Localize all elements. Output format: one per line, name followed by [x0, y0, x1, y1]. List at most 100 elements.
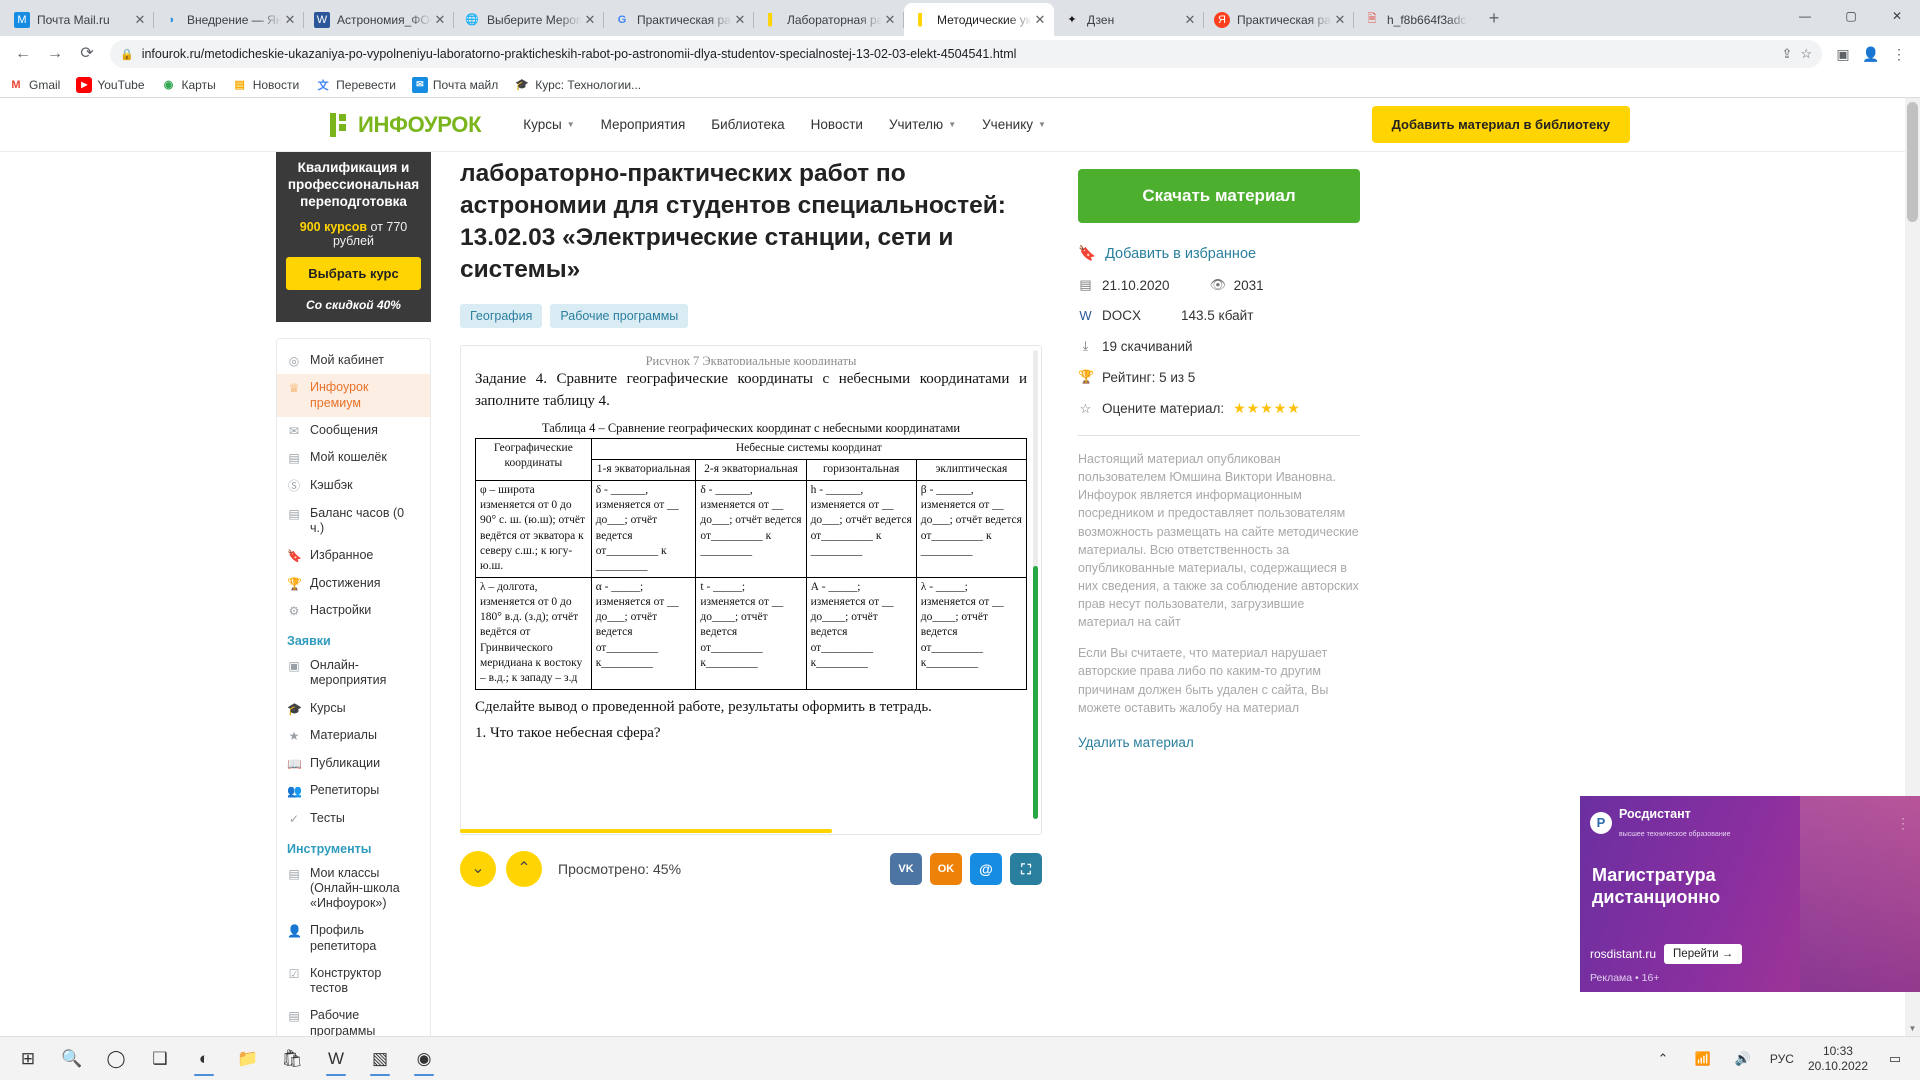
- close-button[interactable]: ✕: [1874, 0, 1920, 32]
- sidebar-item-test-builder[interactable]: ☑ Конструктор тестов: [277, 960, 430, 1003]
- sidebar-item-tests[interactable]: ✓ Тесты: [277, 805, 430, 833]
- browser-tab[interactable]: M Почта Mail.ru ✕: [4, 3, 154, 36]
- sidebar-item-tutors[interactable]: 👥 Репетиторы: [277, 777, 430, 805]
- mail-share-button[interactable]: @: [970, 853, 1002, 886]
- cast-icon[interactable]: ▣: [1830, 41, 1856, 67]
- sidebar-item-messages[interactable]: ✉ Сообщения: [277, 417, 430, 445]
- nav-item-news[interactable]: Новости: [811, 117, 863, 132]
- promo-banner[interactable]: Квалификация и профессиональная переподг…: [276, 152, 431, 322]
- nav-item-student[interactable]: Ученику ▼: [982, 117, 1046, 132]
- ok-share-button[interactable]: OK: [930, 853, 962, 886]
- browser-tab[interactable]: G Практическая раб ✕: [604, 3, 754, 36]
- browser-tab[interactable]: 🌐 Выберите Меропр ✕: [454, 3, 604, 36]
- tab-close-icon[interactable]: ✕: [882, 12, 898, 28]
- browser-tab[interactable]: ◗ Внедрение — Янд ✕: [154, 3, 304, 36]
- tab-close-icon[interactable]: ✕: [132, 12, 148, 28]
- sidebar-item-wallet[interactable]: ▤ Мой кошелёк: [277, 444, 430, 472]
- bookmark-item[interactable]: ▤ Новости: [232, 77, 300, 93]
- bookmark-star-icon[interactable]: ☆: [1800, 46, 1812, 62]
- volume-icon[interactable]: 🔊: [1730, 1046, 1756, 1072]
- language-indicator[interactable]: РУС: [1770, 1052, 1794, 1066]
- delete-material-link[interactable]: Удалить материал: [1078, 735, 1360, 750]
- profile-icon[interactable]: 👤: [1858, 41, 1884, 67]
- document-preview[interactable]: Рисунок 7 Экваториальные координаты Зада…: [460, 345, 1042, 836]
- sidebar-item-tutor-profile[interactable]: 👤 Профиль репетитора: [277, 917, 430, 960]
- sidebar-item-favorites[interactable]: 🔖 Избранное: [277, 542, 430, 570]
- tab-close-icon[interactable]: ✕: [432, 12, 448, 28]
- scroll-up-button[interactable]: ⌃: [506, 851, 542, 888]
- tray-expand-icon[interactable]: ⌃: [1650, 1046, 1676, 1072]
- page-scrollbar-thumb[interactable]: [1907, 102, 1918, 222]
- sidebar-item-hours-balance[interactable]: ▤ Баланс часов (0 ч.): [277, 500, 430, 543]
- bookmark-item[interactable]: 文 Перевести: [315, 77, 396, 93]
- tab-close-icon[interactable]: ✕: [282, 12, 298, 28]
- nav-item-events[interactable]: Мероприятия: [601, 117, 686, 132]
- chrome-button[interactable]: ◉: [402, 1039, 446, 1079]
- app-button[interactable]: ▧: [358, 1039, 402, 1079]
- sidebar-item-premium[interactable]: ♕ Инфоурок премиум: [277, 374, 430, 417]
- forward-button[interactable]: →: [40, 39, 70, 69]
- browser-tab[interactable]: Я Практическая раб ✕: [1204, 3, 1354, 36]
- scroll-down-arrow[interactable]: ▼: [1905, 1021, 1920, 1036]
- browser-tab-active[interactable]: ▌ Методические ука ✕: [904, 3, 1054, 36]
- rating-stars[interactable]: ★★★★★: [1233, 400, 1301, 417]
- address-bar[interactable]: 🔒 infourok.ru/metodicheskie-ukazaniya-po…: [110, 40, 1822, 68]
- network-icon[interactable]: 📶: [1690, 1046, 1716, 1072]
- sidebar-item-publications[interactable]: 📖 Публикации: [277, 750, 430, 778]
- tag-geography[interactable]: География: [460, 304, 543, 329]
- sidebar-item-my-classes[interactable]: ▤ Мои классы (Онлайн-школа «Инфоурок»): [277, 860, 430, 918]
- notifications-icon[interactable]: ▭: [1882, 1046, 1908, 1072]
- bookmark-item[interactable]: M Gmail: [8, 77, 60, 93]
- menu-icon[interactable]: ⋮: [1886, 41, 1912, 67]
- back-button[interactable]: ←: [8, 39, 38, 69]
- browser-tab[interactable]: ▌ Лабораторная раб ✕: [754, 3, 904, 36]
- sidebar-item-cabinet[interactable]: ◎ Мой кабинет: [277, 347, 430, 375]
- promo-choose-course-button[interactable]: Выбрать курс: [286, 256, 421, 290]
- document-scrollbar[interactable]: [1033, 350, 1038, 819]
- reload-button[interactable]: ⟳: [72, 39, 102, 69]
- tab-close-icon[interactable]: ✕: [1332, 12, 1348, 28]
- download-button[interactable]: Скачать материал: [1078, 169, 1360, 223]
- minimize-button[interactable]: —: [1782, 0, 1828, 32]
- document-scrollbar-thumb[interactable]: [1033, 565, 1038, 819]
- maximize-button[interactable]: ▢: [1828, 0, 1874, 32]
- sidebar-item-cashback[interactable]: Ⓢ Кэшбэк: [277, 472, 430, 500]
- add-material-button[interactable]: Добавить материал в библиотеку: [1371, 106, 1630, 143]
- sidebar-item-achievements[interactable]: 🏆 Достижения: [277, 570, 430, 598]
- nav-item-courses[interactable]: Курсы ▼: [523, 117, 574, 132]
- sidebar-item-work-programs[interactable]: ▤ Рабочие программы: [277, 1002, 430, 1036]
- browser-tab[interactable]: 🗎 h_f8b664f3adc5b0: [1354, 3, 1474, 36]
- edge-button[interactable]: ◐: [182, 1039, 226, 1079]
- cortana-button[interactable]: ◯: [94, 1039, 138, 1079]
- search-button[interactable]: 🔍: [50, 1039, 94, 1079]
- tab-close-icon[interactable]: ✕: [732, 12, 748, 28]
- advertisement-overlay[interactable]: ✕ Р Росдистант высшее техническое образо…: [1580, 796, 1920, 992]
- bookmark-item[interactable]: ▶ YouTube: [76, 76, 145, 93]
- bookmark-item[interactable]: ✉ Почта майл: [411, 76, 498, 93]
- task-view-button[interactable]: ❑: [138, 1039, 182, 1079]
- browser-tab[interactable]: ✦ Дзен ✕: [1054, 3, 1204, 36]
- tag-work-programs[interactable]: Рабочие программы: [550, 304, 689, 329]
- tab-close-icon[interactable]: ✕: [1032, 12, 1048, 28]
- nav-item-teacher[interactable]: Учителю ▼: [889, 117, 956, 132]
- add-to-favorites-link[interactable]: 🔖 Добавить в избранное: [1078, 245, 1360, 263]
- store-button[interactable]: 🛍: [270, 1039, 314, 1079]
- new-tab-button[interactable]: +: [1480, 5, 1508, 33]
- word-button[interactable]: W: [314, 1039, 358, 1079]
- scroll-down-button[interactable]: ⌄: [460, 851, 496, 888]
- bookmark-item[interactable]: ◉ Карты: [161, 77, 216, 93]
- nav-item-library[interactable]: Библиотека: [711, 117, 784, 132]
- sidebar-item-courses[interactable]: 🎓 Курсы: [277, 695, 430, 723]
- bookmark-item[interactable]: 🎓 Курс: Технологии...: [514, 77, 641, 93]
- share-icon[interactable]: ⇪: [1781, 46, 1792, 62]
- browser-tab[interactable]: W Астрономия_ФОС ✕: [304, 3, 454, 36]
- tab-close-icon[interactable]: ✕: [582, 12, 598, 28]
- fullscreen-button[interactable]: ⛶: [1010, 853, 1042, 886]
- ad-cta-button[interactable]: Перейти →: [1664, 944, 1743, 964]
- sidebar-item-online-events[interactable]: ▣ Онлайн-мероприятия: [277, 652, 430, 695]
- file-explorer-button[interactable]: 📁: [226, 1039, 270, 1079]
- start-button[interactable]: ⊞: [6, 1039, 50, 1079]
- sidebar-item-materials[interactable]: ★ Материалы: [277, 722, 430, 750]
- tab-close-icon[interactable]: ✕: [1182, 12, 1198, 28]
- vk-share-button[interactable]: VK: [890, 853, 922, 886]
